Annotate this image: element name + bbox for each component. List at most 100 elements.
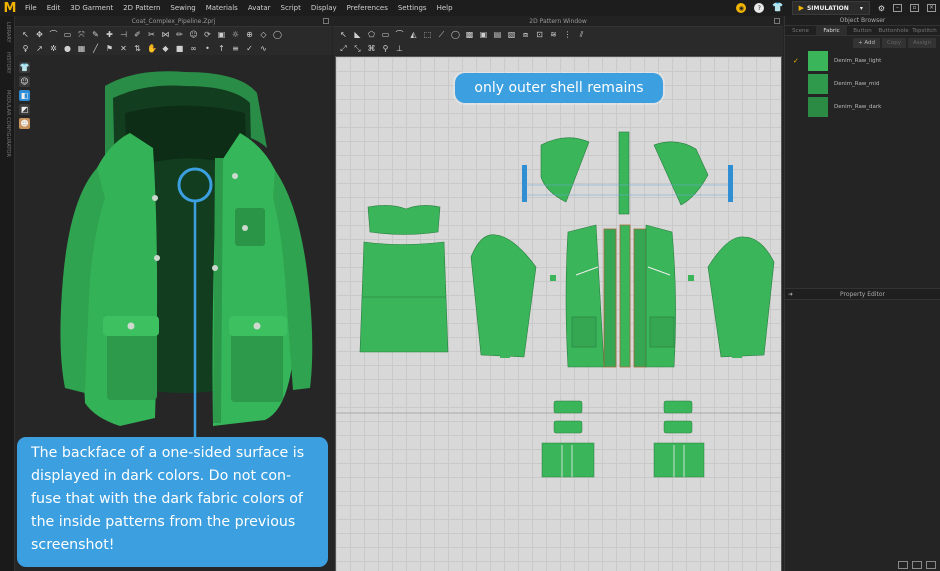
close-button[interactable]: × [927,4,936,12]
tshirt-icon[interactable]: 👕 [772,3,783,13]
rotate-icon[interactable]: ⟳ [203,30,212,39]
popout-icon[interactable] [774,18,780,24]
cross-icon[interactable]: ✕ [119,44,128,53]
segment-sew-icon[interactable]: ⤢ [339,44,348,53]
fabric-item[interactable]: Denim_Raw_mid [785,73,940,95]
avatar-icon[interactable]: ☺ [189,30,198,39]
menu-settings[interactable]: Settings [393,4,432,12]
menu-preferences[interactable]: Preferences [342,4,393,12]
stitch-icon[interactable]: ⋮ [563,30,572,39]
texture-view-icon[interactable]: ◧ [19,90,30,101]
ring-icon[interactable]: ◯ [273,30,282,39]
eye-icon[interactable]: ◉ [736,3,747,13]
dropdown-icon[interactable]: ▾ [860,5,863,12]
menu-materials[interactable]: Materials [201,4,243,12]
knife-icon[interactable]: ⟋ [437,30,446,39]
dot-icon[interactable]: • [203,44,212,53]
pin-icon[interactable]: ✎ [91,30,100,39]
select-icon[interactable]: ↖ [339,30,348,39]
rectangle-icon[interactable]: ▭ [381,30,390,39]
zigzag-icon[interactable]: ≋ [549,30,558,39]
tab-topstitch[interactable]: Topstitch [909,26,940,35]
button-tool-icon[interactable]: ● [63,44,72,53]
free-sew-icon[interactable]: ⤡ [353,44,362,53]
menu-file[interactable]: File [20,4,42,12]
tag-icon[interactable]: ⌘ [367,44,376,53]
gallery-icon[interactable]: ▤ [493,30,502,39]
tab-fabric[interactable]: Fabric [816,26,847,35]
hand-icon[interactable]: ✋ [147,44,157,53]
tack-icon[interactable]: ✚ [105,30,114,39]
flag-icon[interactable]: ⚑ [105,44,114,53]
avatar-face-icon[interactable]: ☻ [19,118,30,129]
brush-icon[interactable]: ✏ [175,30,184,39]
shape-icon[interactable]: ◇ [259,30,268,39]
sew-icon[interactable]: ⋈ [161,30,170,39]
transform-icon[interactable]: ⤧ [77,30,86,39]
menu-script[interactable]: Script [276,4,306,12]
menu-edit[interactable]: Edit [42,4,66,12]
fold-icon[interactable]: ⌒ [49,30,58,39]
curve-icon[interactable]: ⌒ [395,30,404,39]
offset-icon[interactable]: ⬚ [423,30,432,39]
zoom-icon[interactable]: ⊕ [245,30,254,39]
pin-icon[interactable]: ⚲ [381,44,390,53]
menu-3d-garment[interactable]: 3D Garment [65,4,118,12]
cut-icon[interactable]: ✂ [147,30,156,39]
render-view-icon[interactable]: ◩ [19,104,30,115]
modular-configurator-tab[interactable]: MODULAR CONFIGURATOR [5,90,11,157]
camera-icon[interactable]: ▣ [217,30,226,39]
menu-display[interactable]: Display [306,4,342,12]
help-icon[interactable]: ? [754,3,765,13]
polygon-icon[interactable]: ⬠ [367,30,376,39]
select-icon[interactable]: ↖ [21,30,30,39]
link-icon[interactable]: ∞ [189,44,198,53]
tab-buttonhole[interactable]: Buttonhole [878,26,909,35]
menu-avatar[interactable]: Avatar [243,4,276,12]
popout-icon[interactable] [323,18,329,24]
menu-2d-pattern[interactable]: 2D Pattern [118,4,165,12]
garment-view-icon[interactable]: 👕 [19,62,30,73]
tab-scene[interactable]: Scene [785,26,816,35]
image-icon[interactable]: ▣ [479,30,488,39]
simulation-button[interactable]: ▶ SIMULATION ▾ [791,1,870,15]
assign-fabric-button[interactable]: Assign [908,38,936,48]
tab-button[interactable]: Button [847,26,878,35]
2d-pattern-canvas[interactable] [335,56,782,571]
measure-icon[interactable]: ⊣ [119,30,128,39]
box-select-icon[interactable]: ▭ [63,30,72,39]
star-icon[interactable]: ✲ [49,44,58,53]
diamond-icon[interactable]: ◆ [161,44,170,53]
arrows-icon[interactable]: ⇅ [133,44,142,53]
hatch-icon[interactable]: ⫽ [577,30,586,39]
add-fabric-button[interactable]: + Add [853,38,881,48]
menu-help[interactable]: Help [432,4,458,12]
mirror-icon[interactable]: ⧈ [521,30,530,39]
collapse-arrow-icon[interactable]: ➜ [788,289,793,301]
copy-fabric-button[interactable]: Copy [882,38,906,48]
circle-icon[interactable]: ◯ [451,30,460,39]
pen-icon[interactable]: ✐ [133,30,142,39]
wave-icon[interactable]: ∿ [259,44,268,53]
square-icon[interactable]: ■ [175,44,184,53]
move-icon[interactable]: ✥ [35,30,44,39]
layout-icon[interactable] [898,561,908,569]
fill-icon[interactable]: ▩ [465,30,474,39]
check-icon[interactable]: ✓ [245,44,254,53]
layout-split-icon[interactable] [912,561,922,569]
fabric-item[interactable]: ✓ Denim_Raw_light [785,50,940,72]
fabric-item[interactable]: Denim_Raw_dark [785,96,940,118]
dart-icon[interactable]: ◭ [409,30,418,39]
up-arrow-icon[interactable]: ↑ [217,44,226,53]
line-icon[interactable]: ╱ [91,44,100,53]
trace-icon[interactable]: ▧ [507,30,516,39]
figure-icon[interactable]: ♀ [21,44,30,53]
avatar-view-icon[interactable]: ☺ [19,76,30,87]
layout-full-icon[interactable] [926,561,936,569]
grid-icon[interactable]: ▦ [77,44,86,53]
light-icon[interactable]: ☼ [231,30,240,39]
edit-point-icon[interactable]: ◣ [353,30,362,39]
menu-sewing[interactable]: Sewing [165,4,200,12]
unfold-icon[interactable]: ⊡ [535,30,544,39]
history-tab[interactable]: HISTORY [5,52,11,74]
